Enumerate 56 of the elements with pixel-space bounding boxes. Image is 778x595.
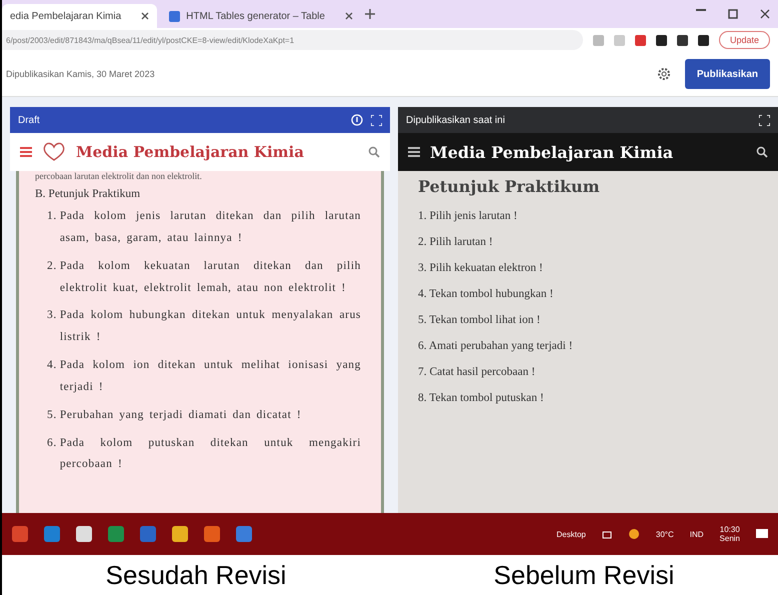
blog-title[interactable]: Media Pembelajaran Kimia (430, 142, 746, 162)
browser-tab[interactable]: HTML Tables generator – Table (161, 4, 361, 28)
step-text: 3. Pilih kekuatan elektron ! (418, 262, 544, 274)
close-icon[interactable] (141, 12, 150, 20)
step-text: 2. Pilih larutan ! (418, 236, 494, 248)
menu-icon[interactable] (408, 147, 420, 157)
update-button[interactable]: Update (718, 31, 770, 49)
blog-title[interactable]: Media Pembelajaran Kimia (76, 143, 358, 161)
step-number: 1. (47, 209, 57, 224)
clock[interactable]: 10:30 Senin (720, 525, 740, 543)
section-heading: B. Petunjuk Praktikum (35, 188, 142, 200)
step-text: Pada kolom hubungkan ditekan untuk menyalakan arus listrik ! (60, 308, 361, 346)
step-text: Pada kolom kekuatan larutan ditekan dan pilih elektrolit kuat, elektrolit lemah, atau non elektrolit ! (60, 258, 361, 296)
address-bar[interactable]: 6/post/2003/edit/871843/ma/qBsea/11/edit/yl/postCKE=8-view/edit/KlodeXaKpt=1 (2, 30, 583, 50)
caption: Sebelum Revisi (492, 559, 676, 592)
step-number: 6. (47, 436, 57, 451)
step-number: 4. (47, 358, 57, 374)
expand-icon[interactable] (371, 114, 382, 126)
step-text: 5. Tekan tombol lihat ion ! (418, 314, 542, 326)
step-text: Pada kolom ion ditekan untuk melihat ionisasi yang terjadi ! (60, 358, 361, 395)
publish-button[interactable]: Publikasikan (684, 59, 770, 89)
plus-icon[interactable] (364, 9, 375, 19)
table-icon (169, 10, 180, 22)
settings-icon[interactable] (656, 67, 671, 81)
step-text: Pada kolom putuskan ditekan untuk mengakiri percobaan ! (60, 436, 361, 472)
info-icon[interactable] (351, 114, 363, 126)
step-number: 2. (47, 258, 57, 274)
step-text: 1. Pilih jenis larutan ! (418, 210, 518, 222)
publish-status: Dipublikasikan Kamis, 30 Maret 2023 (6, 69, 156, 79)
language-label[interactable]: IND (690, 530, 704, 538)
day-text: Senin (720, 534, 740, 543)
step-text: Perubahan yang terjadi diamati dan dicatat ! (60, 408, 302, 423)
published-title: Dipublikasikan saat ini (406, 114, 505, 126)
browser-tab[interactable]: edia Pembelajaran Kimia (2, 4, 158, 28)
cut-text: percobaan larutan elektrolit dan non elektrolit. (35, 171, 203, 182)
search-icon[interactable] (756, 146, 768, 158)
caption: Sesudah Revisi (104, 559, 288, 592)
step-text: 8. Tekan tombol putuskan ! (418, 392, 545, 404)
section-heading: Petunjuk Praktikum (418, 177, 601, 196)
step-text: 7. Catat hasil percobaan ! (418, 366, 536, 378)
step-number: 5. (47, 408, 57, 423)
expand-icon[interactable] (759, 114, 770, 126)
heart-logo-icon (42, 142, 66, 162)
step-text: Pada kolom jenis larutan ditekan dan pilih larutan asam, basa, garam, atau lainnya ! (60, 209, 361, 246)
time-text: 10:30 (720, 525, 740, 534)
close-icon[interactable] (344, 12, 353, 20)
step-number: 3. (47, 308, 57, 324)
desktop-label[interactable]: Desktop (556, 530, 586, 538)
restore-icon[interactable] (728, 9, 738, 19)
step-text: 6. Amati perubahan yang terjadi ! (418, 340, 574, 352)
close-icon[interactable] (760, 9, 770, 19)
draft-title: Draft (18, 114, 40, 126)
sun-icon (628, 528, 640, 540)
weather-text[interactable]: 30°C (656, 530, 674, 538)
menu-icon[interactable] (20, 147, 32, 157)
step-text: 4. Tekan tombol hubungkan ! (418, 288, 554, 300)
